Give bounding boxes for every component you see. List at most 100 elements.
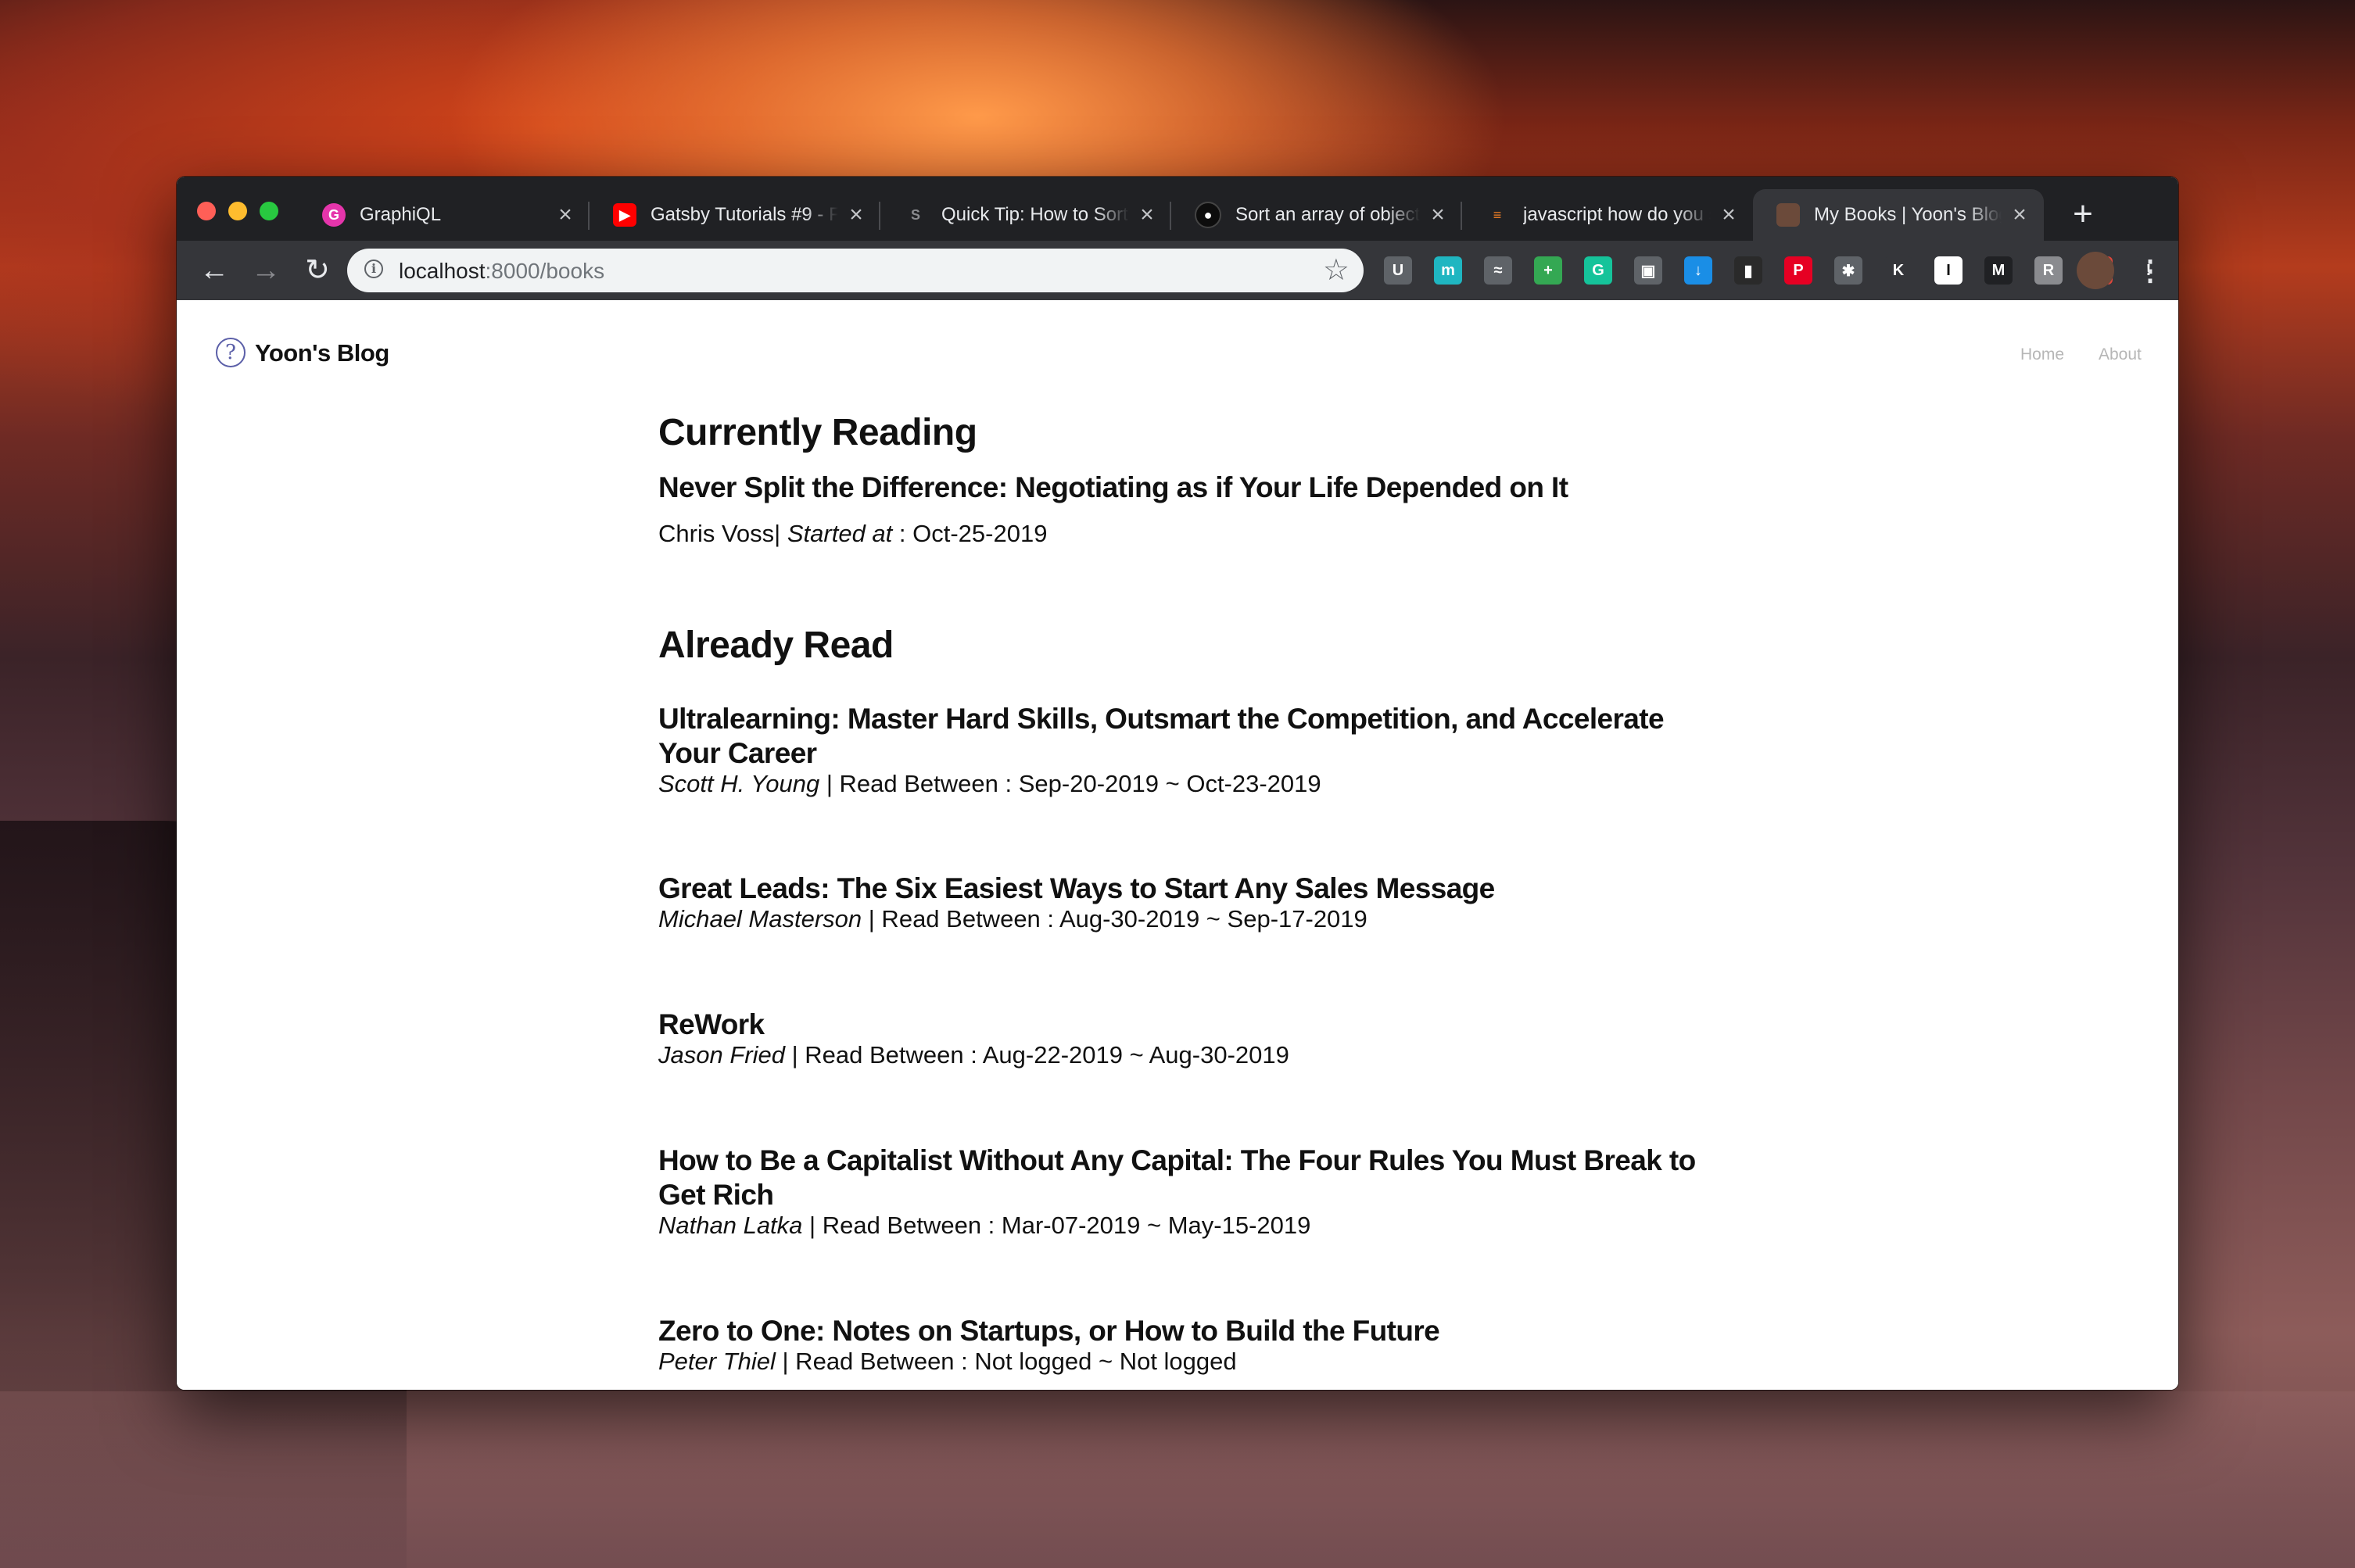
instapaper-icon[interactable]: I xyxy=(1934,256,1962,285)
grammarly-icon[interactable]: G xyxy=(1584,256,1612,285)
range-separator: ~ xyxy=(1123,1041,1149,1069)
started-date: : Oct-25-2019 xyxy=(892,520,1048,547)
tab-title: Sort an array of objects xyxy=(1235,204,1420,225)
current-book-author: Chris Voss xyxy=(658,520,775,547)
new-tab-button[interactable]: + xyxy=(2066,197,2100,233)
tab-title: Quick Tip: How to Sort xyxy=(941,204,1128,225)
read-between-label: | Read Between : xyxy=(775,1348,975,1375)
close-window-button[interactable] xyxy=(197,202,216,220)
book-title: ReWork xyxy=(658,1008,765,1040)
read-start-date: Aug-22-2019 xyxy=(982,1041,1123,1069)
current-book-meta: Chris Voss| Started at : Oct-25-2019 xyxy=(658,520,1047,548)
web-page: ? Yoon's Blog Home About Currently Readi… xyxy=(177,300,2178,1390)
nav-about-link[interactable]: About xyxy=(2099,345,2142,364)
graphiql-icon: G xyxy=(322,203,346,227)
book-author: Scott H. Young xyxy=(658,770,820,797)
currently-reading-heading: Currently Reading xyxy=(658,412,977,453)
tab-title: GraphiQL xyxy=(360,204,442,225)
read-between-label: | Read Between : xyxy=(802,1212,1002,1239)
book-author: Jason Fried xyxy=(658,1041,785,1069)
book-meta: Peter Thiel | Read Between : Not logged … xyxy=(658,1348,1237,1376)
back-button[interactable]: ← xyxy=(195,252,233,289)
pinterest-icon[interactable]: P xyxy=(1784,256,1812,285)
book-meta: Michael Masterson | Read Between : Aug-3… xyxy=(658,905,1367,933)
settings-gear-icon[interactable]: ✱ xyxy=(1834,256,1862,285)
read-between-label: | Read Between : xyxy=(862,905,1059,933)
stackoverflow-icon: ≡ xyxy=(1493,206,1502,223)
site-brand[interactable]: Yoon's Blog xyxy=(255,339,389,367)
browser-tab[interactable]: ▶ Gatsby Tutorials #9 - Fi × xyxy=(590,189,880,241)
blog-favicon-icon xyxy=(1776,203,1800,227)
range-separator: ~ xyxy=(1199,905,1228,933)
tab-strip: G GraphiQL × ▶ Gatsby Tutorials #9 - Fi × S Qui… xyxy=(177,177,2178,241)
book-author: Peter Thiel xyxy=(658,1348,776,1375)
tab-close-icon[interactable]: × xyxy=(2008,203,2031,227)
book-meta: Scott H. Young | Read Between : Sep-20-2… xyxy=(658,770,1321,798)
browser-tab[interactable]: ≡ javascript how do you s × xyxy=(1462,189,1753,241)
url-text: localhost:8000/books xyxy=(399,259,604,284)
book-title: Great Leads: The Six Easiest Ways to Sta… xyxy=(658,872,1495,904)
browser-tab[interactable]: S Quick Tip: How to Sort × xyxy=(880,189,1171,241)
book-author: Nathan Latka xyxy=(658,1212,803,1239)
read-between-label: | Read Between : xyxy=(819,770,1019,797)
youtube-icon: ▶ xyxy=(613,203,636,227)
download-icon[interactable]: ↓ xyxy=(1684,256,1712,285)
read-start-date: Not logged xyxy=(974,1348,1092,1375)
reload-button[interactable]: ↻ xyxy=(299,252,336,289)
tab-close-icon[interactable]: × xyxy=(554,203,577,227)
tab-close-icon[interactable]: × xyxy=(1426,203,1450,227)
book-title: Ultralearning: Master Hard Skills, Outsm… xyxy=(658,703,1665,769)
profile-avatar[interactable] xyxy=(2077,252,2114,289)
read-end-date: Sep-17-2019 xyxy=(1227,905,1367,933)
browser-tab[interactable]: G GraphiQL × xyxy=(299,189,590,241)
k-extension-icon[interactable]: K xyxy=(1884,256,1912,285)
already-read-heading: Already Read xyxy=(658,625,894,666)
current-book-title: Never Split the Difference: Negotiating … xyxy=(658,471,1568,503)
extension-cloud-icon[interactable]: ≈ xyxy=(1484,256,1512,285)
github-icon: ● xyxy=(1195,202,1221,228)
sitepoint-icon: S xyxy=(910,206,920,223)
forward-button[interactable]: → xyxy=(247,252,285,289)
nav-home-link[interactable]: Home xyxy=(2020,345,2064,364)
read-between-label: | Read Between : xyxy=(784,1041,983,1069)
book-author: Michael Masterson xyxy=(658,905,862,933)
maximize-window-button[interactable] xyxy=(260,202,278,220)
started-at-label: Started at xyxy=(787,520,893,547)
momentum-icon[interactable]: m xyxy=(1434,256,1462,285)
browser-tab[interactable]: My Books | Yoon's Blog × xyxy=(1753,189,2044,241)
read-start-date: Mar-07-2019 xyxy=(1001,1212,1141,1239)
browser-window: G GraphiQL × ▶ Gatsby Tutorials #9 - Fi × S Qui… xyxy=(177,177,2178,1390)
tab-title: javascript how do you s xyxy=(1523,204,1711,225)
site-info-icon[interactable]: i xyxy=(364,260,383,278)
reader-icon[interactable]: R xyxy=(2034,256,2063,285)
read-end-date: Oct-23-2019 xyxy=(1186,770,1321,797)
address-bar[interactable]: i localhost:8000/books ☆ xyxy=(347,249,1364,292)
tab-title: Gatsby Tutorials #9 - Fi xyxy=(651,204,838,225)
tab-title: My Books | Yoon's Blog xyxy=(1814,204,2002,225)
url-port-path: :8000/books xyxy=(485,259,605,283)
minimize-window-button[interactable] xyxy=(228,202,247,220)
background-water xyxy=(0,1391,2355,1568)
read-start-date: Aug-30-2019 xyxy=(1059,905,1200,933)
book-title: Zero to One: Notes on Startups, or How t… xyxy=(658,1315,1440,1347)
meta-separator: | xyxy=(774,520,781,547)
bookmark-star-icon[interactable]: ☆ xyxy=(1323,253,1350,288)
range-separator: ~ xyxy=(1158,770,1187,797)
range-separator: ~ xyxy=(1140,1212,1168,1239)
screen-capture-icon[interactable]: ▣ xyxy=(1634,256,1662,285)
blog-logo-icon[interactable]: ? xyxy=(216,338,246,367)
ublock-icon[interactable]: U xyxy=(1384,256,1412,285)
url-host: localhost xyxy=(399,259,486,283)
browser-menu-icon[interactable]: ⋮ xyxy=(2136,252,2164,289)
read-end-date: Not logged xyxy=(1119,1348,1237,1375)
read-end-date: May-15-2019 xyxy=(1167,1212,1311,1239)
tab-close-icon[interactable]: × xyxy=(844,203,868,227)
tab-close-icon[interactable]: × xyxy=(1135,203,1159,227)
medium-icon[interactable]: M xyxy=(1984,256,2013,285)
tab-close-icon[interactable]: × xyxy=(1717,203,1740,227)
browser-tab[interactable]: ● Sort an array of objects × xyxy=(1171,189,1462,241)
keep-notes-icon[interactable]: ▮ xyxy=(1734,256,1762,285)
book-title: How to Be a Capitalist Without Any Capit… xyxy=(658,1144,1696,1211)
plus-extension-icon[interactable]: + xyxy=(1534,256,1562,285)
range-separator: ~ xyxy=(1091,1348,1120,1375)
